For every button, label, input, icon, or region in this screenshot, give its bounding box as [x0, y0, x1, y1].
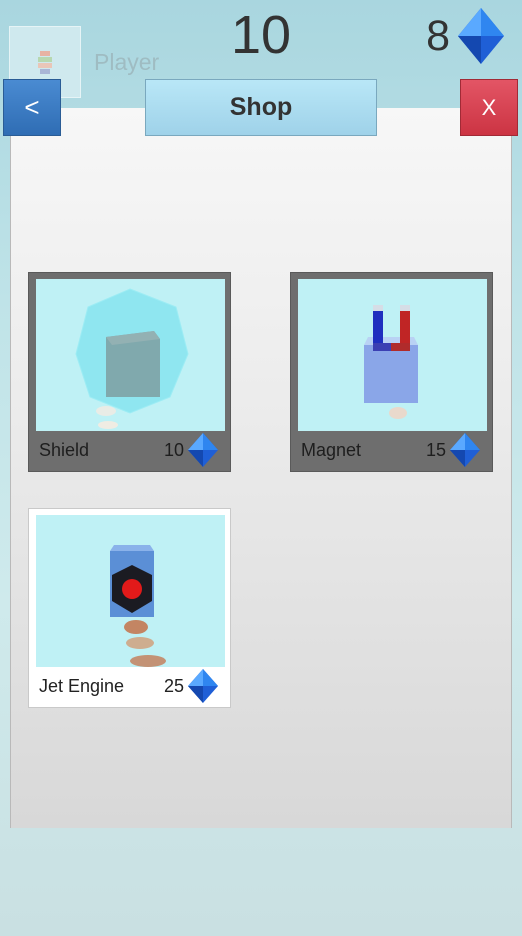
item-price: 15	[425, 440, 446, 460]
item-price: 25	[163, 676, 184, 696]
blue-diamond-icon	[450, 433, 480, 467]
blue-diamond-icon	[458, 8, 504, 64]
jet-engine-icon	[36, 515, 225, 667]
top-hud: Player 10 8	[0, 0, 522, 98]
shop-item-jet-engine[interactable]: Jet Engine 25	[28, 508, 231, 708]
back-button[interactable]: <	[3, 79, 61, 136]
gem-count: 8	[426, 12, 450, 60]
shop-item-magnet[interactable]: Magnet 15	[290, 272, 493, 472]
item-name: Magnet	[301, 440, 362, 460]
shop-item-shield[interactable]: Shield 10	[28, 272, 231, 472]
shield-icon	[36, 279, 225, 431]
close-button[interactable]: X	[460, 79, 518, 136]
blue-diamond-icon	[188, 433, 218, 467]
blue-diamond-icon	[188, 669, 218, 703]
item-name: Jet Engine	[39, 676, 125, 696]
item-name: Shield	[39, 440, 90, 460]
shop-title: Shop	[145, 79, 377, 136]
item-price: 10	[163, 440, 184, 460]
magnet-icon	[298, 279, 487, 431]
